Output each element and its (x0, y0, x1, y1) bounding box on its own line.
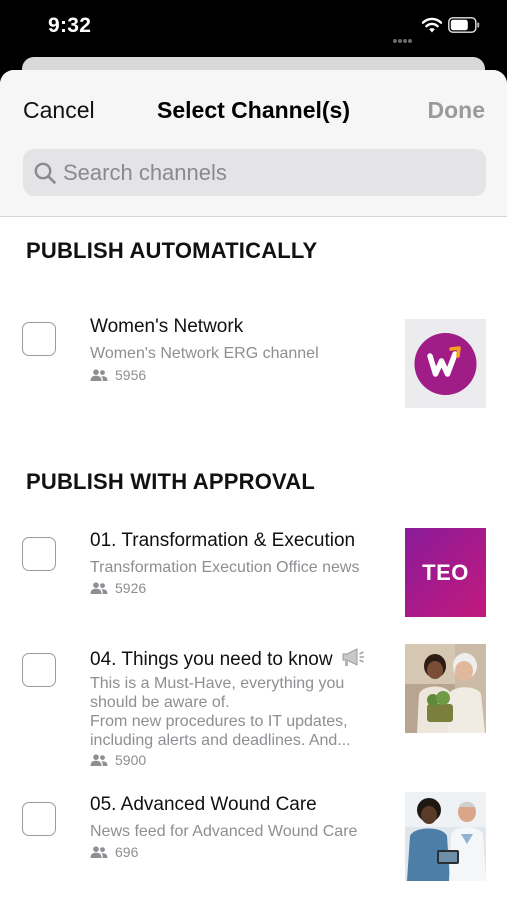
member-count: 5956 (115, 367, 147, 383)
member-count: 5900 (115, 752, 147, 768)
channel-title: Women's Network (90, 316, 244, 337)
teo-logo: TEO (405, 528, 486, 617)
channel-row-transformation-execution[interactable]: 01. Transformation & Execution Transform… (0, 528, 507, 628)
channel-description: Transformation Execution Office news (90, 559, 360, 576)
channel-checkbox[interactable] (22, 653, 56, 687)
search-box[interactable] (23, 149, 486, 196)
channel-member-count: 5900 (90, 752, 146, 768)
battery-icon (448, 17, 480, 33)
photo-medical-staff (405, 792, 486, 881)
search-icon (34, 162, 56, 184)
member-count: 5926 (115, 580, 147, 596)
done-button[interactable]: Done (428, 97, 486, 124)
channel-checkbox[interactable] (22, 537, 56, 571)
channel-checkbox[interactable] (22, 322, 56, 356)
status-time: 9:32 (48, 14, 92, 37)
channel-title: 05. Advanced Wound Care (90, 794, 317, 815)
women-network-logo (405, 319, 486, 408)
people-icon (90, 754, 108, 766)
signal-dots-icon (393, 30, 417, 43)
channel-member-count: 5926 (90, 580, 146, 596)
search-input[interactable] (63, 149, 473, 196)
status-bar: 9:32 (0, 0, 507, 56)
channel-checkbox[interactable] (22, 802, 56, 836)
section-heading-publish-with-approval: PUBLISH WITH APPROVAL (26, 469, 315, 494)
photo-two-women (405, 644, 486, 733)
channel-title: 04. Things you need to know (90, 646, 365, 671)
wifi-icon (421, 17, 443, 33)
channel-title: 01. Transformation & Execution (90, 530, 356, 551)
member-count: 696 (115, 844, 139, 860)
channel-description: News feed for Advanced Wound Care (90, 823, 358, 840)
channel-description: This is a Must-Have, everything you shou… (90, 675, 351, 749)
people-icon (90, 846, 108, 858)
channel-member-count: 5956 (90, 367, 146, 383)
people-icon (90, 582, 108, 594)
sheet-header: Cancel Select Channel(s) Done (0, 70, 507, 217)
people-icon (90, 369, 108, 381)
channel-row-womens-network[interactable]: Women's Network Women's Network ERG chan… (0, 310, 507, 420)
select-channel-sheet: Cancel Select Channel(s) Done PUBLISH AU… (0, 70, 507, 900)
megaphone-icon (342, 648, 364, 666)
channel-title-text: 04. Things you need to know (90, 649, 333, 670)
channel-member-count: 696 (90, 844, 138, 860)
channel-row-things-you-need-to-know[interactable]: 04. Things you need to know This is a Mu… (0, 644, 507, 784)
section-heading-publish-automatically: PUBLISH AUTOMATICALLY (26, 238, 318, 263)
channel-description: Women's Network ERG channel (90, 345, 319, 362)
channel-row-advanced-wound-care[interactable]: 05. Advanced Wound Care News feed for Ad… (0, 792, 507, 900)
teo-logo-text: TEO (422, 559, 469, 585)
